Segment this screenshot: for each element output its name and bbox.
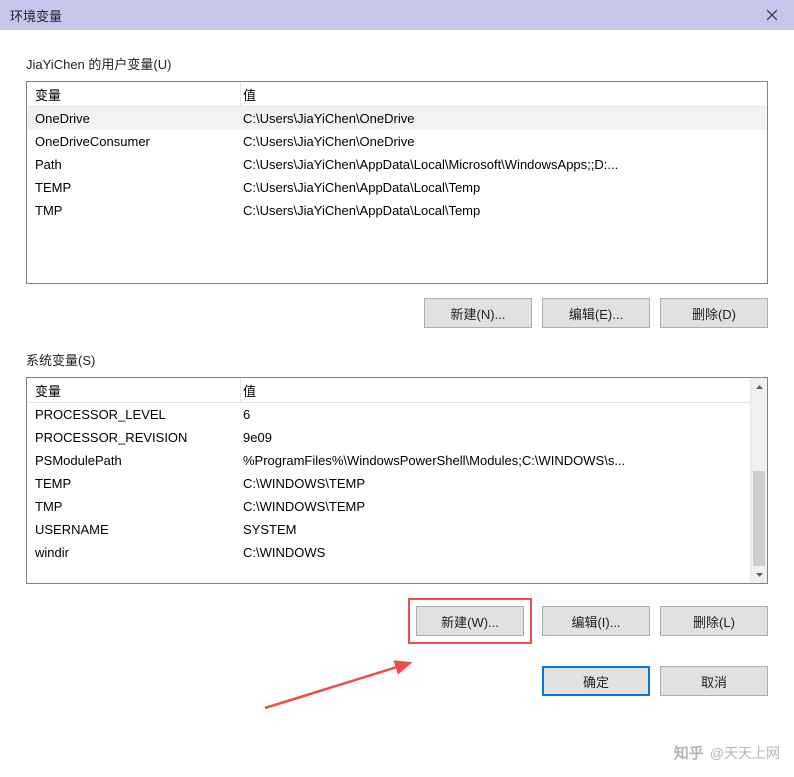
table-row[interactable]: PROCESSOR_LEVEL 6 <box>27 403 750 426</box>
cell-variable: TMP <box>27 203 241 218</box>
cell-value: %ProgramFiles%\WindowsPowerShell\Modules… <box>241 453 750 468</box>
watermark-author: @天天上网 <box>710 743 780 763</box>
table-row[interactable]: TMP C:\Users\JiaYiChen\AppData\Local\Tem… <box>27 199 767 222</box>
close-icon <box>767 10 777 20</box>
table-row[interactable]: USERNAME SYSTEM <box>27 518 750 541</box>
cancel-button[interactable]: 取消 <box>660 666 768 696</box>
scroll-up-button[interactable] <box>751 378 767 395</box>
cell-value: C:\Users\JiaYiChen\AppData\Local\Temp <box>241 180 767 195</box>
user-vars-label: JiaYiChen 的用户变量(U) <box>26 54 768 73</box>
cell-variable: Path <box>27 157 241 172</box>
table-row[interactable]: PSModulePath %ProgramFiles%\WindowsPower… <box>27 449 750 472</box>
table-row[interactable]: Path C:\Users\JiaYiChen\AppData\Local\Mi… <box>27 153 767 176</box>
col-header-variable[interactable]: 变量 <box>27 82 241 106</box>
cell-value: C:\WINDOWS <box>241 545 750 560</box>
ok-button[interactable]: 确定 <box>542 666 650 696</box>
scroll-track[interactable] <box>751 395 767 566</box>
col-header-variable[interactable]: 变量 <box>27 378 241 402</box>
table-row[interactable]: OneDriveConsumer C:\Users\JiaYiChen\OneD… <box>27 130 767 153</box>
col-header-value[interactable]: 值 <box>241 82 767 106</box>
table-row[interactable]: windir C:\WINDOWS <box>27 541 750 564</box>
cell-value: 6 <box>241 407 750 422</box>
scroll-thumb[interactable] <box>753 471 765 566</box>
window-title: 环境变量 <box>10 6 62 25</box>
cell-variable: PROCESSOR_LEVEL <box>27 407 241 422</box>
user-vars-listbox[interactable]: 变量 值 OneDrive C:\Users\JiaYiChen\OneDriv… <box>26 81 768 284</box>
cell-value: C:\Users\JiaYiChen\AppData\Local\Microso… <box>241 157 767 172</box>
col-header-value[interactable]: 值 <box>241 378 750 402</box>
system-vars-list-inner: 变量 值 PROCESSOR_LEVEL 6 PROCESSOR_REVISIO… <box>27 378 750 583</box>
scroll-down-button[interactable] <box>751 566 767 583</box>
cell-value: C:\WINDOWS\TEMP <box>241 476 750 491</box>
system-vars-scrollbar[interactable] <box>750 378 767 583</box>
dialog-content: JiaYiChen 的用户变量(U) 变量 值 OneDrive C:\User… <box>0 30 794 710</box>
system-vars-buttons: 新建(W)... 编辑(I)... 删除(L) <box>26 598 768 644</box>
cell-value: C:\Users\JiaYiChen\AppData\Local\Temp <box>241 203 767 218</box>
cell-variable: windir <box>27 545 241 560</box>
cell-variable: TEMP <box>27 476 241 491</box>
table-row[interactable]: TMP C:\WINDOWS\TEMP <box>27 495 750 518</box>
cell-variable: OneDriveConsumer <box>27 134 241 149</box>
close-button[interactable] <box>749 0 794 30</box>
user-delete-button[interactable]: 删除(D) <box>660 298 768 328</box>
cell-variable: PSModulePath <box>27 453 241 468</box>
cell-variable: PROCESSOR_REVISION <box>27 430 241 445</box>
table-row[interactable]: PROCESSOR_REVISION 9e09 <box>27 426 750 449</box>
table-row[interactable]: OneDrive C:\Users\JiaYiChen\OneDrive <box>27 107 767 130</box>
system-new-button[interactable]: 新建(W)... <box>416 606 524 636</box>
table-row[interactable]: TEMP C:\WINDOWS\TEMP <box>27 472 750 495</box>
cell-value: SYSTEM <box>241 522 750 537</box>
cell-variable: OneDrive <box>27 111 241 126</box>
cell-value: C:\Users\JiaYiChen\OneDrive <box>241 134 767 149</box>
cell-value: C:\Users\JiaYiChen\OneDrive <box>241 111 767 126</box>
user-vars-header[interactable]: 变量 值 <box>27 82 767 107</box>
highlight-annotation: 新建(W)... <box>408 598 532 644</box>
system-delete-button[interactable]: 删除(L) <box>660 606 768 636</box>
chevron-up-icon <box>756 385 763 389</box>
chevron-down-icon <box>756 573 763 577</box>
titlebar: 环境变量 <box>0 0 794 30</box>
table-row[interactable]: TEMP C:\Users\JiaYiChen\AppData\Local\Te… <box>27 176 767 199</box>
watermark-brand: 知乎 <box>674 742 704 763</box>
cell-value: C:\WINDOWS\TEMP <box>241 499 750 514</box>
watermark: 知乎 @天天上网 <box>674 742 780 763</box>
dialog-footer-buttons: 确定 取消 <box>26 666 768 696</box>
system-vars-listbox[interactable]: 变量 值 PROCESSOR_LEVEL 6 PROCESSOR_REVISIO… <box>26 377 768 584</box>
system-edit-button[interactable]: 编辑(I)... <box>542 606 650 636</box>
user-vars-buttons: 新建(N)... 编辑(E)... 删除(D) <box>26 298 768 328</box>
cell-value: 9e09 <box>241 430 750 445</box>
cell-variable: TMP <box>27 499 241 514</box>
user-new-button[interactable]: 新建(N)... <box>424 298 532 328</box>
cell-variable: USERNAME <box>27 522 241 537</box>
system-vars-label: 系统变量(S) <box>26 350 768 369</box>
user-edit-button[interactable]: 编辑(E)... <box>542 298 650 328</box>
cell-variable: TEMP <box>27 180 241 195</box>
system-vars-header[interactable]: 变量 值 <box>27 378 750 403</box>
